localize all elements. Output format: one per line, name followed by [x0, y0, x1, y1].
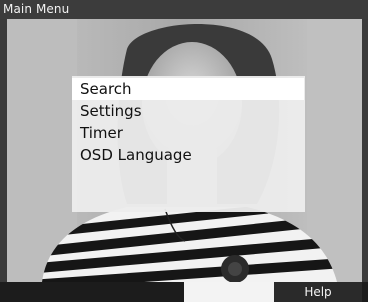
menu-item-label: Settings: [80, 102, 142, 120]
menu-item-osd-language[interactable]: OSD Language: [72, 144, 305, 166]
help-button-label: Help: [304, 285, 332, 299]
menu-item-label: OSD Language: [80, 146, 192, 164]
screen-border-left: [0, 19, 7, 302]
footer-key-slot: [184, 282, 274, 302]
menu-item-timer[interactable]: Timer: [72, 122, 305, 144]
tv-screen: Main Menu Search Settings Timer OSD Lang…: [0, 0, 368, 302]
menu-item-settings[interactable]: Settings: [72, 100, 305, 122]
menu-item-label: Search: [80, 80, 132, 98]
title-bar: Main Menu: [0, 0, 368, 19]
menu-item-search[interactable]: Search: [72, 78, 304, 100]
menu-title: Main Menu: [3, 2, 70, 16]
menu-list: Search Settings Timer OSD Language: [72, 78, 305, 166]
main-menu-panel: Search Settings Timer OSD Language: [72, 76, 305, 212]
menu-item-label: Timer: [80, 124, 123, 142]
help-button[interactable]: Help: [274, 282, 362, 302]
screen-border-right: [362, 19, 368, 302]
